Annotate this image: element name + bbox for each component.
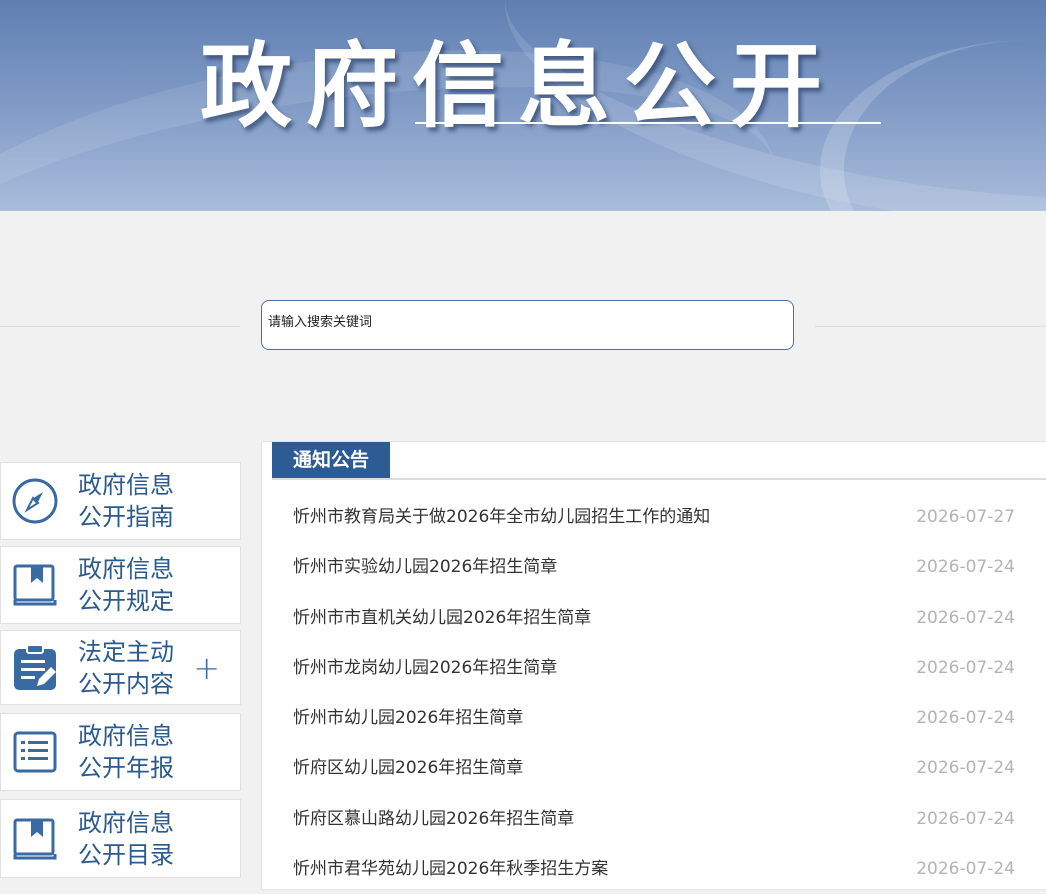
- notices-panel: 通知公告 忻州市教育局关于做2026年全市幼儿园招生工作的通知 2026-07-…: [261, 441, 1046, 890]
- list-document-icon: [13, 731, 57, 773]
- list-item[interactable]: 忻府区慕山路幼儿园2026年招生简章 2026-07-24: [293, 794, 1015, 844]
- compass-icon: [12, 478, 58, 524]
- notice-date: 2026-07-24: [916, 557, 1015, 578]
- notice-date: 2026-07-24: [916, 708, 1015, 729]
- book-icon: [13, 564, 57, 606]
- search-divider-right: [815, 326, 1046, 327]
- nav-item-label: 政府信息 公开规定: [78, 555, 174, 615]
- list-item[interactable]: 忻州市市直机关幼儿园2026年招生简章 2026-07-24: [293, 593, 1015, 643]
- nav-item-label: 法定主动 公开内容: [78, 637, 174, 698]
- notice-title-link[interactable]: 忻州市君华苑幼儿园2026年秋季招生方案: [293, 844, 608, 894]
- notice-date: 2026-07-24: [916, 607, 1015, 628]
- nav-item-annual-report[interactable]: 政府信息 公开年报: [0, 713, 241, 791]
- notice-title-link[interactable]: 忻州市实验幼儿园2026年招生简章: [293, 542, 557, 592]
- list-item[interactable]: 忻州市教育局关于做2026年全市幼儿园招生工作的通知 2026-07-27: [293, 492, 1015, 542]
- list-item[interactable]: 忻府区幼儿园2026年招生简章 2026-07-24: [293, 743, 1015, 793]
- notice-title-link[interactable]: 忻州市龙岗幼儿园2026年招生简章: [293, 643, 557, 693]
- search-input[interactable]: 请输入搜索关键词: [261, 300, 794, 350]
- notice-date: 2026-07-24: [916, 657, 1015, 678]
- nav-item-catalog[interactable]: 政府信息 公开目录: [0, 799, 241, 878]
- notice-title-link[interactable]: 忻府区慕山路幼儿园2026年招生简章: [293, 794, 574, 844]
- list-item[interactable]: 忻州市龙岗幼儿园2026年招生简章 2026-07-24: [293, 643, 1015, 693]
- book-icon: [13, 818, 57, 859]
- notice-title-link[interactable]: 忻州市市直机关幼儿园2026年招生简章: [293, 593, 591, 643]
- banner-underline: [415, 122, 881, 124]
- notice-title-link[interactable]: 忻州市教育局关于做2026年全市幼儿园招生工作的通知: [293, 492, 710, 542]
- nav-item-guide[interactable]: 政府信息 公开指南: [0, 462, 241, 540]
- search-divider-left: [0, 326, 240, 327]
- list-item[interactable]: 忻州市幼儿园2026年招生简章 2026-07-24: [293, 693, 1015, 743]
- notice-date: 2026-07-24: [916, 859, 1015, 880]
- nav-item-regulations[interactable]: 政府信息 公开规定: [0, 546, 241, 624]
- notice-date: 2026-07-24: [916, 758, 1015, 779]
- expand-plus-icon[interactable]: +: [193, 649, 220, 687]
- banner-title: 政府信息公开: [200, 33, 837, 140]
- list-item[interactable]: 忻州市实验幼儿园2026年招生简章 2026-07-24: [293, 542, 1015, 592]
- nav-item-label: 政府信息 公开目录: [78, 808, 174, 869]
- notice-list: 忻州市教育局关于做2026年全市幼儿园招生工作的通知 2026-07-27 忻州…: [293, 492, 1015, 894]
- nav-item-label: 政府信息 公开指南: [78, 471, 174, 531]
- notice-title-link[interactable]: 忻府区幼儿园2026年招生简章: [293, 743, 523, 793]
- clipboard-edit-icon: [14, 643, 56, 690]
- tab-divider: [272, 478, 1046, 480]
- notice-title-link[interactable]: 忻州市幼儿园2026年招生简章: [293, 693, 523, 743]
- notice-date: 2026-07-27: [916, 507, 1015, 527]
- notice-date: 2026-07-24: [916, 808, 1015, 829]
- list-item[interactable]: 忻州市君华苑幼儿园2026年秋季招生方案 2026-07-24: [293, 844, 1015, 894]
- tab-notices[interactable]: 通知公告: [272, 442, 390, 478]
- nav-item-label: 政府信息 公开年报: [78, 722, 174, 782]
- header-banner: 政府信息公开: [0, 0, 1046, 211]
- nav-item-statutory-content[interactable]: 法定主动 公开内容 +: [0, 630, 241, 705]
